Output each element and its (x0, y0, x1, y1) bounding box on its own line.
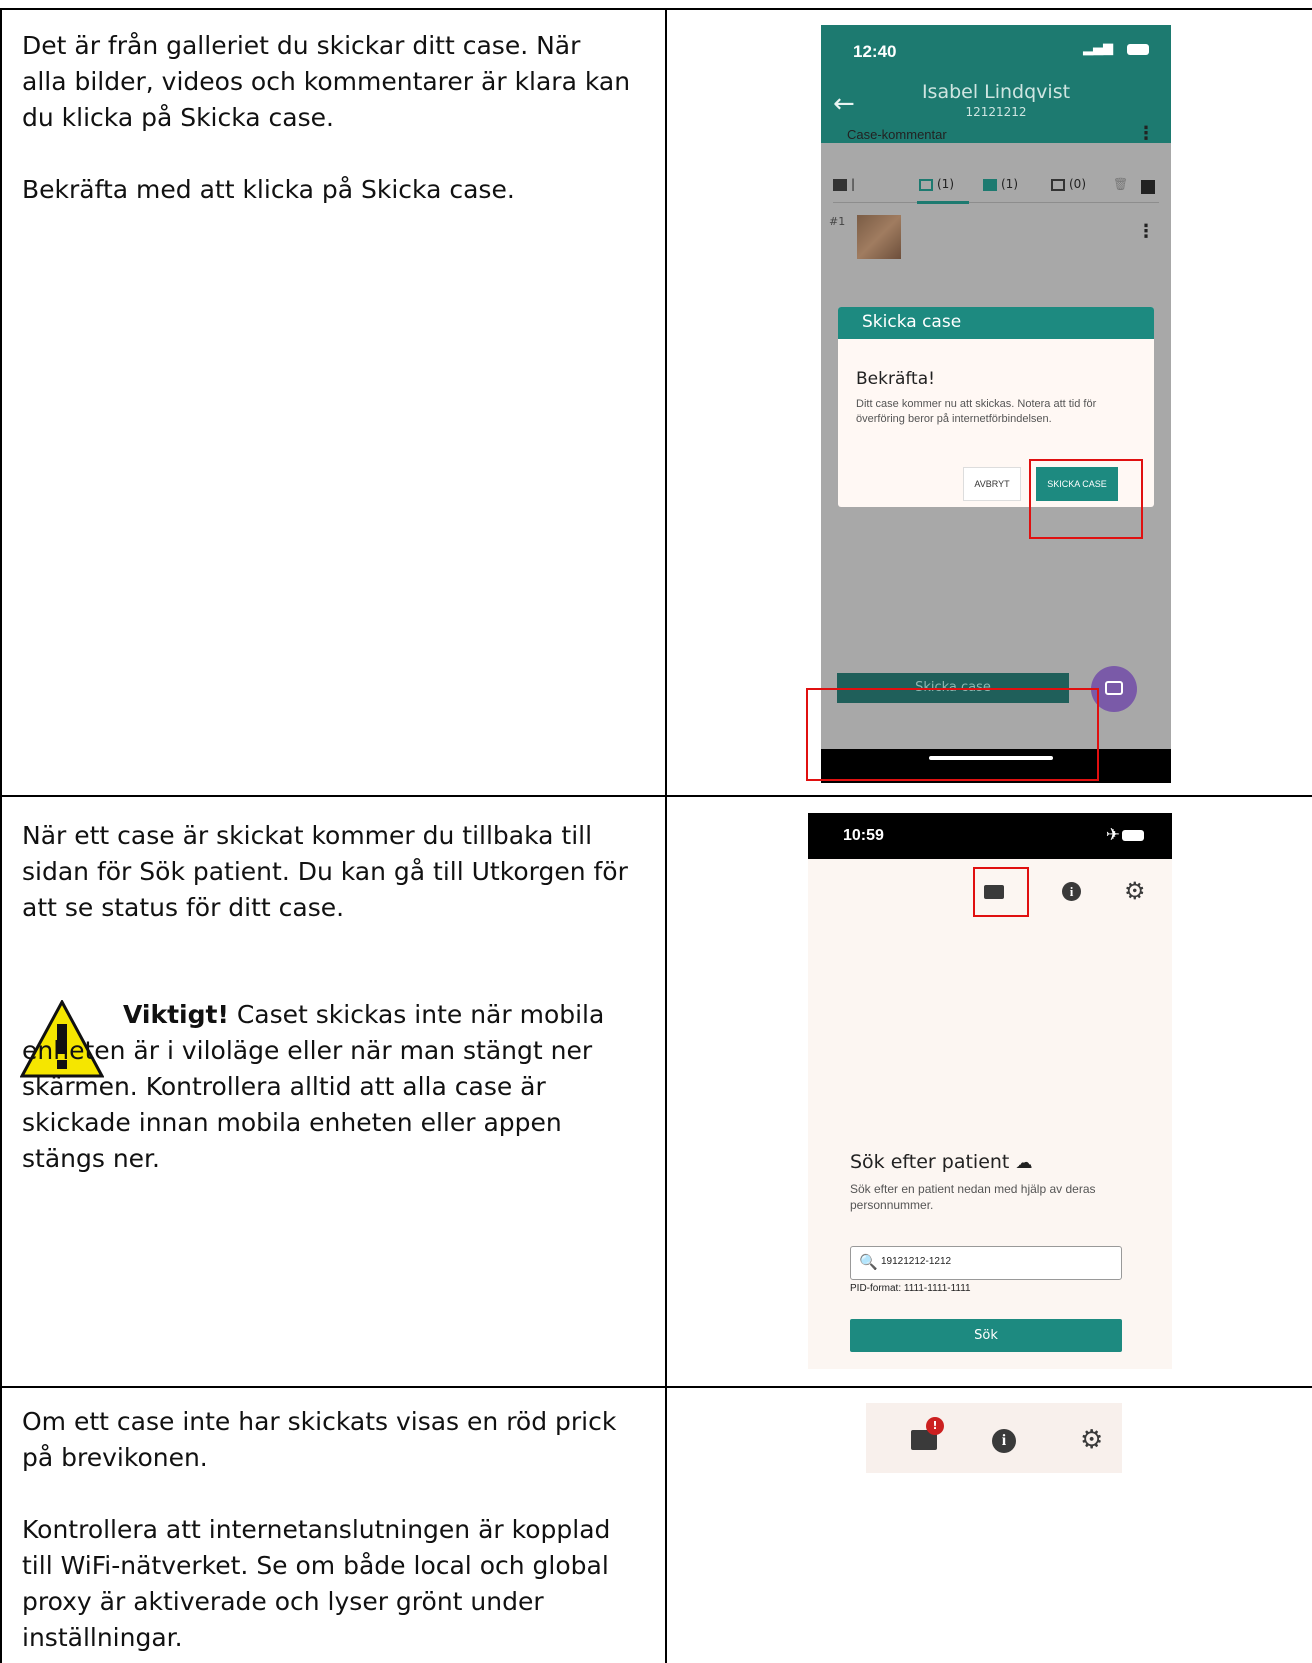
phone-screenshot-gallery: 12:40 ▂▄▆ ← Isabel Lindqvist 12121212 Ca… (821, 25, 1171, 783)
search-button[interactable]: Sök (850, 1319, 1122, 1352)
image-icon (983, 178, 997, 191)
airplane-icon: ✈ (1105, 825, 1120, 845)
patient-id: 12121212 (965, 105, 1027, 119)
trash-icon[interactable]: 🗑 (1113, 177, 1128, 191)
highlight-confirm-button (1029, 459, 1143, 539)
dialog-title: Bekräfta! (856, 369, 935, 389)
search-value: 19121212-1212 (881, 1256, 952, 1267)
battery-icon (1122, 830, 1144, 841)
row2-paragraph: När ett case är skickat kommer du tillba… (22, 821, 628, 922)
tab-videos[interactable]: (0) (1051, 177, 1086, 191)
select-all-icon[interactable]: | (833, 177, 855, 191)
battery-icon (1127, 44, 1149, 55)
row3-paragraph: Kontrollera att internetanslutningen är … (22, 1515, 611, 1652)
status-bar: 10:59 ✈ (808, 813, 1172, 859)
image-thumbnail[interactable] (857, 215, 901, 259)
cancel-button[interactable]: AVBRYT (963, 467, 1021, 501)
case-comment-label[interactable]: Case-kommentar (847, 127, 947, 142)
row1-text: Det är från galleriet du skickar ditt ca… (22, 28, 632, 244)
more-options-icon[interactable]: ⋮ (1137, 123, 1155, 144)
table-row-divider (0, 795, 1312, 797)
settings-gear-icon[interactable]: ⚙ (1080, 1425, 1103, 1455)
warning-text: Viktigt! Caset skickas inte när mobila e… (22, 997, 632, 1177)
highlight-send-button (806, 688, 1099, 781)
row3-paragraph: Om ett case inte har skickats visas en r… (22, 1407, 617, 1472)
tab-images[interactable]: (1) (983, 177, 1018, 191)
row3-text: Om ett case inte har skickats visas en r… (22, 1404, 632, 1663)
video-icon (1051, 178, 1065, 191)
grid-view-icon[interactable] (1141, 180, 1155, 194)
settings-gear-icon[interactable]: ⚙ (1124, 877, 1146, 905)
item-number: #1 (829, 215, 846, 228)
dialog-message: Ditt case kommer nu att skickas. Notera … (856, 398, 1097, 425)
tab-text[interactable]: (1) (919, 177, 954, 191)
unsent-badge: ! (926, 1417, 944, 1435)
search-subtitle: Sök efter en patient nedan med hjälp av … (850, 1182, 1096, 1212)
search-icon: 🔍 (859, 1253, 878, 1271)
status-time: 10:59 (843, 827, 884, 844)
active-tab-indicator (917, 201, 969, 204)
status-time: 12:40 (853, 42, 897, 61)
search-title: Sök efter patient ☁ (850, 1151, 1033, 1173)
info-icon[interactable]: i (992, 1429, 1016, 1453)
text-icon (919, 178, 933, 191)
row1-paragraph: Det är från galleriet du skickar ditt ca… (22, 31, 631, 132)
info-icon[interactable]: i (1062, 882, 1081, 901)
table-border-top (0, 8, 1312, 10)
camera-icon (1105, 681, 1123, 695)
patient-search-input[interactable]: 🔍 19121212-1212 (850, 1246, 1122, 1280)
row2-text: När ett case är skickat kommer du tillba… (22, 818, 632, 962)
cloud-off-icon: ☁ (1015, 1153, 1033, 1173)
table-row-divider (0, 1386, 1312, 1388)
warning-body: Caset skickas inte när mobila enheten är… (22, 1000, 605, 1173)
header-icons-strip: ! i ⚙ (866, 1403, 1122, 1473)
row1-paragraph: Bekräfta med att klicka på Skicka case. (22, 175, 515, 204)
status-bar: 12:40 ▂▄▆ (821, 25, 1171, 77)
highlight-outbox-icon (973, 867, 1029, 917)
pid-format-hint: PID-format: 1111-1111-1111 (850, 1283, 971, 1294)
signal-icon: ▂▄▆ (1083, 41, 1113, 56)
item-options-icon[interactable]: ⋮ (1137, 221, 1155, 242)
dialog-header: Skicka case (838, 307, 1154, 339)
media-tabs: | (1) (1) (0) 🗑 (833, 173, 1159, 204)
patient-name: Isabel Lindqvist (921, 81, 1071, 103)
warning-bold: Viktigt! (123, 1000, 229, 1029)
table-column-divider (665, 8, 667, 1663)
table-border-left (0, 8, 2, 1663)
